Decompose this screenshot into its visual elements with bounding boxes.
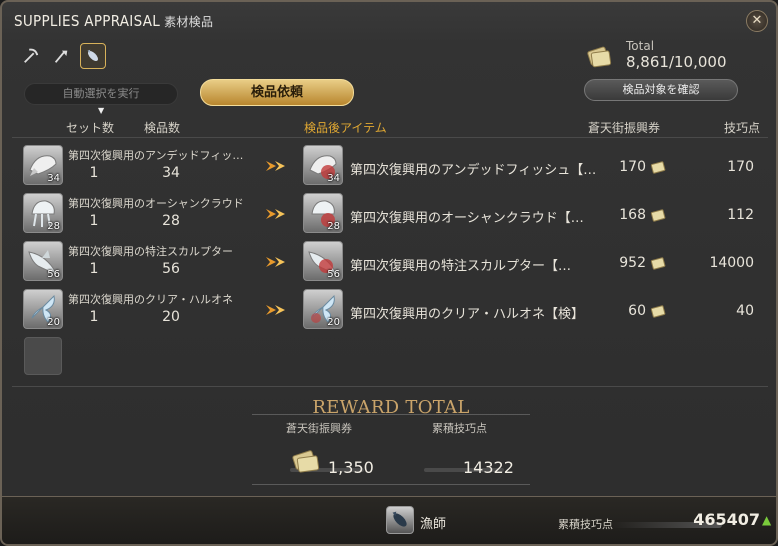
item-name: 第四次復興用のオーシャンクラウド	[68, 197, 244, 210]
item-name: 第四次復興用のクリア・ハルオネ	[68, 293, 233, 306]
set-count-value: 1	[89, 213, 99, 229]
column-craft-points[interactable]: 技巧点	[724, 119, 760, 136]
result-item-name: 第四次復興用のアンデッドフィッシュ【…	[350, 163, 597, 178]
appraise-count-value: 34	[162, 165, 180, 181]
scrip-icon	[587, 46, 612, 68]
double-arrow-icon	[266, 305, 285, 315]
scrip-icon	[650, 209, 666, 222]
tab-miner[interactable]	[18, 43, 44, 69]
table-row[interactable]: 20 第四次復興用のクリア・ハルオネ 1 20 20 第四次復興用のクリア・ハル…	[2, 289, 776, 335]
item-slot[interactable]: 28	[23, 193, 63, 233]
scrip-value: 170	[619, 159, 646, 175]
item-quantity: 34	[47, 173, 60, 184]
column-post-item[interactable]: 検品後アイテム	[304, 119, 387, 136]
cumulative-value: 465407	[693, 510, 760, 529]
pickaxe-icon	[24, 48, 39, 63]
title-bar[interactable]: SUPPLIES APPRAISAL 素材検品 ✕	[2, 2, 776, 40]
reward-scrip-label: 蒼天街振興券	[286, 422, 352, 435]
fishing-icon	[392, 511, 407, 527]
double-arrow-icon	[266, 209, 285, 219]
craft-points-value: 112	[727, 207, 754, 223]
appraise-count-value: 56	[162, 261, 180, 277]
header-divider	[12, 137, 768, 138]
result-item-slot[interactable]: 56	[303, 241, 343, 281]
request-appraisal-button[interactable]: 検品依頼	[200, 79, 354, 106]
item-quantity: 56	[47, 269, 60, 280]
scrip-value: 168	[619, 207, 646, 223]
appraise-count-value: 28	[162, 213, 180, 229]
appraise-count-value: 20	[162, 309, 180, 325]
job-name: 漁師	[420, 517, 447, 532]
set-count-value: 1	[89, 261, 99, 277]
result-item-name: 第四次復興用のクリア・ハルオネ【検】	[350, 307, 585, 322]
scrip-icon	[650, 161, 666, 174]
reward-craft-value: 14322	[463, 458, 514, 477]
scrip-icon	[292, 450, 320, 473]
item-name: 第四次復興用の特注スカルプター	[68, 245, 233, 258]
result-quantity: 28	[327, 221, 340, 232]
result-quantity: 20	[327, 317, 340, 328]
craft-points-value: 170	[727, 159, 754, 175]
up-arrow-icon: ▲	[762, 513, 772, 527]
column-scrip[interactable]: 蒼天街振興券	[588, 119, 660, 136]
total-value: 8,861/10,000	[626, 53, 727, 71]
reward-divider-bottom	[252, 484, 530, 485]
scrip-icon	[650, 305, 666, 318]
window-subtitle: 素材検品	[164, 15, 214, 29]
table-row[interactable]: 34 第四次復興用のアンデッドフィッ… 1 34 34 第四次復興用のアンデッド…	[2, 145, 776, 191]
sort-arrow-icon[interactable]: ▼	[98, 106, 104, 115]
item-slot[interactable]: 20	[23, 289, 63, 329]
list-divider	[12, 386, 768, 387]
fisher-job-icon	[386, 506, 414, 534]
reward-craft-label: 累積技巧点	[432, 422, 487, 435]
result-item-name: 第四次復興用のオーシャンクラウド【…	[350, 211, 584, 226]
table-row[interactable]: 28 第四次復興用のオーシャンクラウド 1 28 28 第四次復興用のオーシャン…	[2, 193, 776, 239]
set-count-value: 1	[89, 165, 99, 181]
fishing-icon	[87, 49, 98, 61]
total-label: Total	[626, 39, 655, 53]
scrip-value: 952	[619, 255, 646, 271]
item-slot[interactable]: 34	[23, 145, 63, 185]
result-item-slot[interactable]: 20	[303, 289, 343, 329]
supplies-appraisal-window: SUPPLIES APPRAISAL 素材検品 ✕ Total 8,861/10,…	[0, 0, 778, 546]
craft-points-value: 14000	[709, 255, 754, 271]
reward-scrip-value: 1,350	[328, 458, 374, 477]
reward-divider	[252, 414, 530, 415]
set-count-value: 1	[89, 309, 99, 325]
item-quantity: 28	[47, 221, 60, 232]
result-quantity: 56	[327, 269, 340, 280]
column-set-count[interactable]: セット数	[66, 119, 114, 136]
column-appraise-count[interactable]: 検品数	[144, 119, 180, 136]
result-quantity: 34	[327, 173, 340, 184]
tab-botanist[interactable]	[48, 43, 74, 69]
window-title: SUPPLIES APPRAISAL 素材検品	[14, 12, 213, 30]
tab-fisher[interactable]	[80, 43, 106, 69]
double-arrow-icon	[266, 161, 285, 171]
craft-points-value: 40	[736, 303, 754, 319]
result-item-slot[interactable]: 34	[303, 145, 343, 185]
confirm-targets-button[interactable]: 検品対象を確認	[584, 79, 738, 101]
item-name: 第四次復興用のアンデッドフィッ…	[68, 149, 244, 162]
double-arrow-icon	[266, 257, 285, 267]
scrip-icon	[650, 257, 666, 270]
item-slot[interactable]: 56	[23, 241, 63, 281]
item-quantity: 20	[47, 317, 60, 328]
cumulative-label: 累積技巧点	[558, 518, 613, 531]
auto-select-button[interactable]: 自動選択を実行	[24, 83, 178, 105]
empty-item-slot[interactable]	[24, 337, 62, 375]
close-icon[interactable]: ✕	[746, 10, 768, 32]
table-row[interactable]: 56 第四次復興用の特注スカルプター 1 56 56 第四次復興用の特注スカルプ…	[2, 241, 776, 287]
result-item-name: 第四次復興用の特注スカルプター【…	[350, 259, 572, 274]
scrip-value: 60	[628, 303, 646, 319]
hatchet-icon	[54, 50, 68, 63]
result-item-slot[interactable]: 28	[303, 193, 343, 233]
window-title-text: SUPPLIES APPRAISAL	[14, 12, 161, 30]
